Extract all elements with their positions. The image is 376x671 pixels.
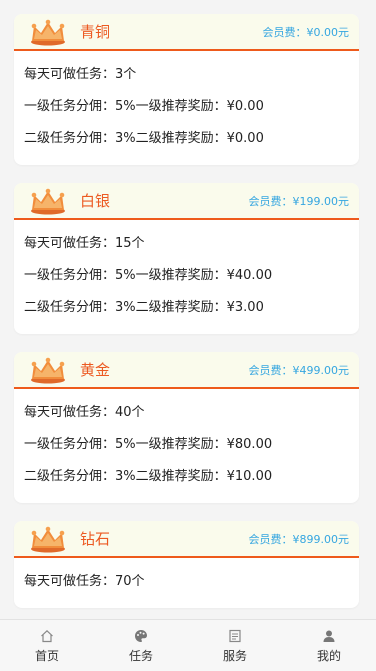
level-list: 青铜 会员费：¥0.00元 每天可做任务：3个 一级任务分佣：5%一级推荐奖励：… (0, 0, 376, 608)
level2-commission: 二级任务分佣：3%二级推荐奖励：¥10.00 (24, 469, 273, 484)
bottom-tab-bar: 首页 任务 服务 我的 (0, 619, 376, 671)
level2-commission: 二级任务分佣：3%二级推荐奖励：¥3.00 (24, 300, 264, 315)
membership-fee: 会员费：¥899.00元 (248, 532, 350, 546)
level1-commission: 一级任务分佣：5%一级推荐奖励：¥80.00 (24, 437, 273, 452)
card-body: 每天可做任务：15个 一级任务分佣：5%一级推荐奖励：¥40.00 二级任务分佣… (14, 220, 359, 334)
level-card-bronze[interactable]: 青铜 会员费：¥0.00元 每天可做任务：3个 一级任务分佣：5%一级推荐奖励：… (14, 14, 359, 165)
daily-tasks: 每天可做任务：3个 (24, 67, 137, 82)
level-name: 青铜 (80, 23, 111, 41)
card-header: 青铜 会员费：¥0.00元 (14, 14, 359, 51)
document-icon (229, 629, 241, 643)
level1-commission: 一级任务分佣：5%一级推荐奖励：¥40.00 (24, 268, 273, 283)
tab-mine[interactable]: 我的 (282, 620, 376, 671)
palette-icon (135, 630, 147, 642)
card-header: 白银 会员费：¥199.00元 (14, 183, 359, 220)
level-name: 白银 (80, 192, 111, 210)
level-card-diamond[interactable]: 钻石 会员费：¥899.00元 每天可做任务：70个 (14, 521, 359, 608)
level-card-gold[interactable]: 黄金 会员费：¥499.00元 每天可做任务：40个 一级任务分佣：5%一级推荐… (14, 352, 359, 503)
card-header: 钻石 会员费：¥899.00元 (14, 521, 359, 558)
crown-icon (31, 188, 65, 214)
content-area: 青铜 会员费：¥0.00元 每天可做任务：3个 一级任务分佣：5%一级推荐奖励：… (0, 0, 376, 620)
daily-tasks: 每天可做任务：70个 (24, 574, 145, 589)
crown-icon (31, 357, 65, 383)
level-card-silver[interactable]: 白银 会员费：¥199.00元 每天可做任务：15个 一级任务分佣：5%一级推荐… (14, 183, 359, 334)
tab-home[interactable]: 首页 (0, 620, 94, 671)
card-header: 黄金 会员费：¥499.00元 (14, 352, 359, 389)
tab-tasks[interactable]: 任务 (94, 620, 188, 671)
level-name: 钻石 (80, 530, 111, 548)
tab-label: 服务 (222, 649, 247, 663)
crown-icon (31, 19, 65, 45)
tab-label: 我的 (316, 649, 341, 663)
level1-commission: 一级任务分佣：5%一级推荐奖励：¥0.00 (24, 99, 264, 114)
level-name: 黄金 (80, 361, 111, 379)
tab-service[interactable]: 服务 (188, 620, 282, 671)
membership-fee: 会员费：¥0.00元 (262, 25, 350, 39)
daily-tasks: 每天可做任务：40个 (24, 405, 145, 420)
crown-icon (31, 526, 65, 552)
membership-fee: 会员费：¥199.00元 (248, 194, 350, 208)
user-icon (323, 630, 335, 642)
membership-fee: 会员费：¥499.00元 (248, 363, 350, 377)
tab-label: 首页 (34, 649, 59, 663)
tab-label: 任务 (128, 649, 153, 663)
level2-commission: 二级任务分佣：3%二级推荐奖励：¥0.00 (24, 131, 264, 146)
home-icon (41, 629, 53, 643)
daily-tasks: 每天可做任务：15个 (24, 236, 145, 251)
card-body: 每天可做任务：40个 一级任务分佣：5%一级推荐奖励：¥80.00 二级任务分佣… (14, 389, 359, 503)
card-body: 每天可做任务：3个 一级任务分佣：5%一级推荐奖励：¥0.00 二级任务分佣：3… (14, 51, 359, 165)
card-body: 每天可做任务：70个 (14, 558, 359, 608)
